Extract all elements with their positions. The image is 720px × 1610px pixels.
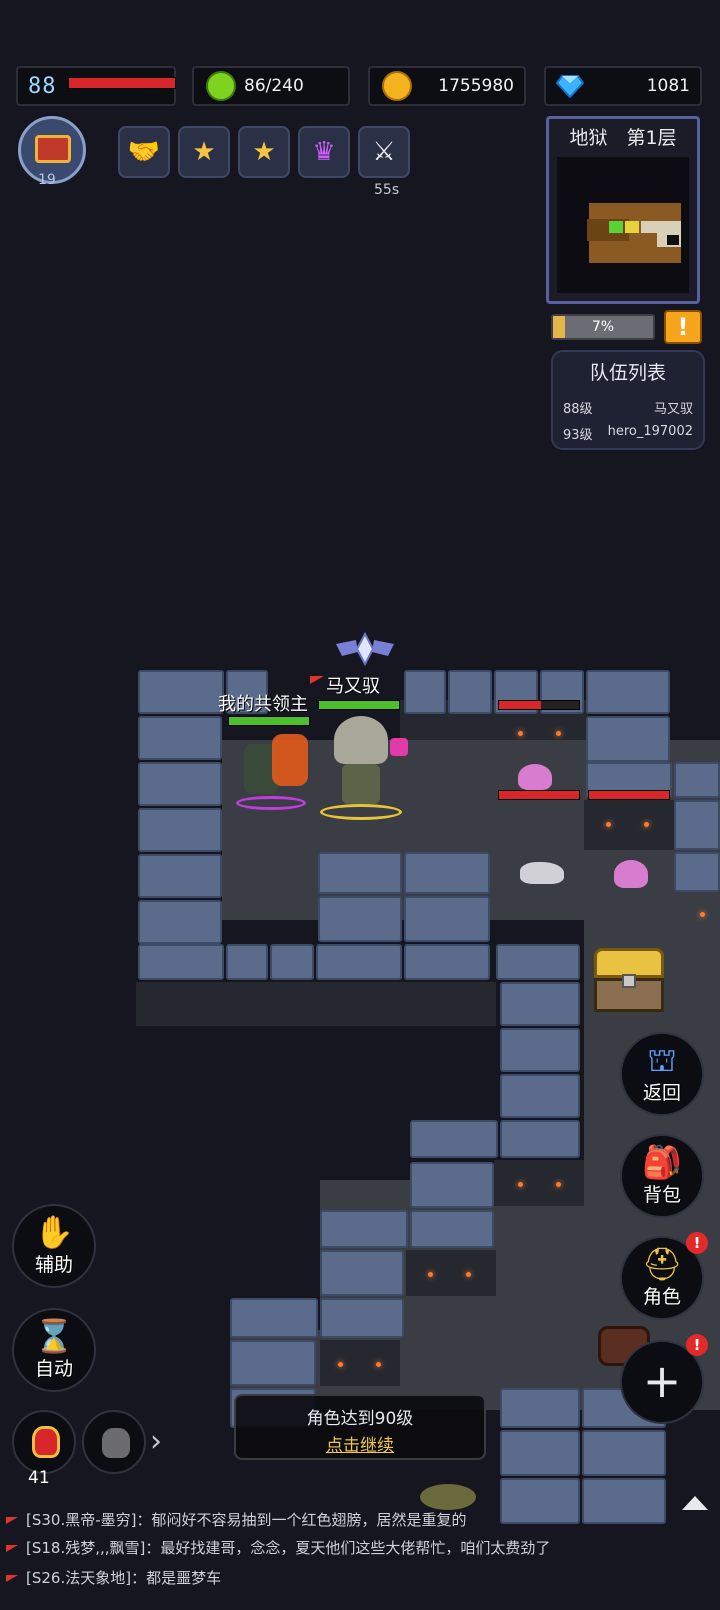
enemy-health-bar [498,790,580,800]
toast-message: 角色达到90级 [306,1409,414,1429]
empty-potion-slot[interactable] [82,1410,146,1474]
ally-marker-icon [625,221,639,233]
team-list-title: 队伍列表 [589,362,666,384]
treasure-chest[interactable] [594,948,664,1014]
red-potion-icon [32,1426,60,1458]
buff-timer: 55s [374,182,400,198]
team-member-row[interactable]: 93级 hero_197002 [563,424,693,443]
notification-badge: ! [686,1232,708,1254]
member-level: 93级 [563,428,593,443]
chat-line: [S26.法天象地]：都是噩梦车 [0,1564,700,1592]
diamond-panel[interactable]: 1081 [544,66,702,106]
hp-panel: 88 [16,66,176,106]
toast-continue-link[interactable]: 点击继续 [236,1431,484,1456]
lock-icon [622,974,636,988]
assist-label: 辅助 [34,1254,73,1276]
enemy-marker-icon [667,235,679,245]
member-name: hero_197002 [607,424,693,439]
chat-text: [S30.黑帝-墨穷]：郁闷好不容易抽到一个红色翅膀，居然是重复的 [26,1511,467,1529]
level-up-toast[interactable]: 角色达到90级 点击继续 [234,1394,486,1460]
chat-line: [S30.黑帝-墨穷]：郁闷好不容易抽到一个红色翅膀，居然是重复的 [0,1506,700,1534]
assist-button[interactable]: ✋ 辅助 [12,1204,96,1288]
hp-bar [68,77,176,89]
diamond-icon [556,75,584,98]
stamina-panel[interactable]: 86/240 [192,66,350,106]
member-name: 马又驭 [653,402,693,417]
floor-progress-bar: 7% [551,314,655,340]
hero-health-bar [318,700,400,710]
chevron-right-icon[interactable]: › [150,1424,162,1459]
auto-label: 自动 [34,1358,73,1380]
potion-count: 41 [28,1468,50,1488]
stamina-value: 86/240 [244,76,304,96]
chest-level: 19 [38,172,56,188]
role-label: 角色 [642,1286,681,1308]
gold-value: 1755980 [438,76,514,96]
pet-name-tag: 我的共领主 [218,694,308,715]
enemy-health-bar [588,790,670,800]
flag-icon [6,1575,18,1582]
chat-text: [S26.法天象地]：都是噩梦车 [26,1569,222,1587]
alert-button[interactable]: ! [664,310,702,344]
minimap-title: 地狱 第1层 [569,127,677,149]
chat-text: [S18.残梦,,,飘雪]：最好找建哥，念念，夏天他们这些大佬帮忙，咱们太费劲了 [26,1539,551,1557]
team-member-row[interactable]: 88级 马又驭 [563,398,693,417]
sword-up-buff-icon[interactable]: ⚔ [358,126,410,178]
backpack-icon: 🎒 [642,1143,682,1181]
expand-chat-icon[interactable] [682,1496,708,1510]
back-label: 返回 [642,1082,681,1104]
enemy-health-bar [498,700,580,710]
player-marker-icon [609,221,623,233]
auto-button[interactable]: ⌛ 自动 [12,1308,96,1392]
apple-icon [206,71,236,101]
team-list-panel[interactable]: 队伍列表 88级 马又驭 93级 hero_197002 [551,350,705,450]
notification-badge: ! [686,1334,708,1356]
bag-label: 背包 [642,1184,681,1206]
hourglass-icon: ⌛ [34,1317,74,1355]
tower-icon: ⛫ [647,1041,677,1079]
chat-line: [S18.残梦,,,飘雪]：最好找建哥，念念，夏天他们这些大佬帮忙，咱们太费劲了 [0,1534,700,1562]
star-five-buff-icon[interactable]: ★ [238,126,290,178]
rat-enemy[interactable] [520,862,564,884]
slime-enemy[interactable] [614,860,648,888]
gold-panel[interactable]: 1755980 [368,66,526,106]
star-up-buff-icon[interactable]: ★ [178,126,230,178]
member-level: 88级 [563,402,593,417]
potion-slot[interactable] [12,1410,76,1474]
flag-icon [6,1545,18,1552]
crystal-wings-icon [334,631,396,667]
flag-icon [310,676,324,684]
minimap[interactable]: 地狱 第1层 [546,116,700,304]
slime-enemy[interactable] [518,764,552,790]
treasure-chest-icon [35,135,71,163]
pet-health-bar [228,716,310,726]
pet-sprite[interactable] [232,730,308,810]
hero-sprite[interactable] [316,710,416,820]
rank-badge-buff-icon[interactable]: ♛ [298,126,350,178]
empty-jar-icon [102,1428,130,1458]
minimap-area [557,157,689,293]
hp-level: 88 [28,73,57,99]
bag-button[interactable]: 🎒 背包 [620,1134,704,1218]
handshake-buff-icon[interactable]: 🤝 [118,126,170,178]
glove-icon: ✋ [34,1213,74,1251]
back-button[interactable]: ⛫ 返回 [620,1032,704,1116]
hero-name-tag: 马又驭 [326,676,380,697]
flag-icon [6,1517,18,1524]
diamond-value: 1081 [646,76,690,96]
gold-coin-icon [382,71,412,101]
floor-progress-label: 7% [591,319,615,335]
